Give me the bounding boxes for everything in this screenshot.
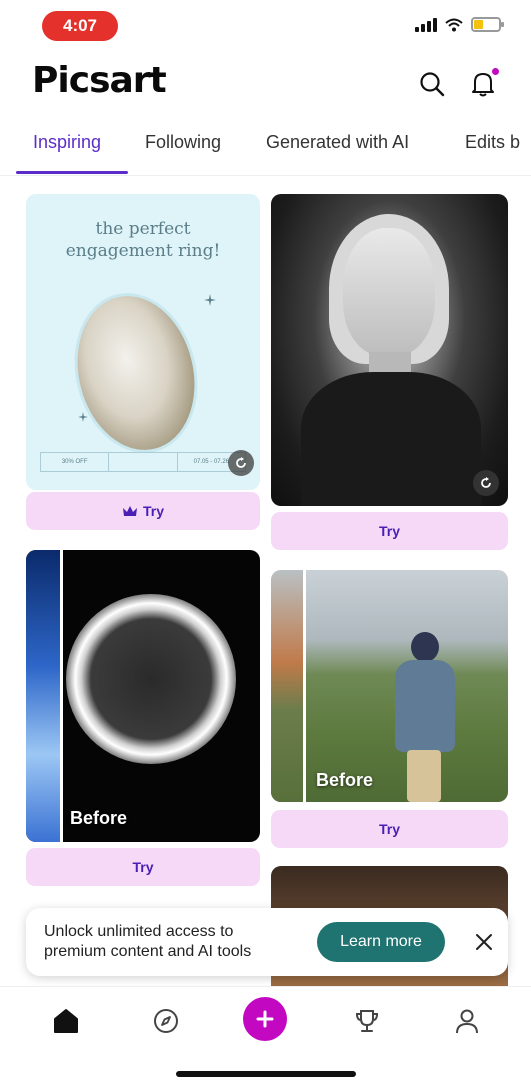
notification-dot — [490, 66, 501, 77]
portrait-body — [301, 372, 481, 506]
ring-info-strip: 30% OFF 07.05 - 07.26 — [40, 452, 246, 472]
promo-text: Unlock unlimited access to premium conte… — [44, 923, 252, 960]
try-button[interactable]: Try — [26, 848, 260, 886]
status-bar: 4:07 — [0, 0, 531, 52]
tab-generated-with-ai[interactable]: Generated with AI — [266, 132, 409, 153]
remix-badge — [228, 450, 254, 476]
search-icon — [420, 72, 445, 97]
sparkle-icon — [204, 294, 216, 306]
wifi-icon — [445, 18, 463, 31]
sparkle-icon — [78, 412, 88, 422]
ring-photo — [58, 279, 214, 467]
learn-more-button[interactable]: Learn more — [317, 922, 445, 962]
active-tab-indicator — [16, 171, 128, 174]
feed-card-moon[interactable]: Before — [26, 550, 260, 842]
profile-icon — [456, 1009, 478, 1034]
status-time: 4:07 — [42, 11, 118, 41]
home-indicator — [176, 1071, 356, 1077]
status-icons — [415, 17, 504, 32]
discover-icon — [154, 1009, 178, 1033]
add-icon — [256, 1010, 274, 1028]
feed-tabs: Inspiring Following Generated with AI Ed… — [0, 124, 531, 176]
signal-icon — [415, 17, 437, 32]
battery-icon — [471, 17, 504, 32]
close-icon — [476, 934, 492, 950]
app-header: Picsart — [0, 52, 531, 116]
remix-icon — [481, 477, 491, 488]
feed-card-ring[interactable]: the perfect engagement ring! 30% OFF 07.… — [26, 194, 260, 490]
trophy-icon — [355, 1010, 379, 1032]
feed-grid: the perfect engagement ring! 30% OFF 07.… — [0, 178, 531, 986]
crown-icon — [122, 506, 137, 516]
ring-card-title: the perfect engagement ring! — [65, 219, 221, 261]
compare-divider — [60, 550, 63, 842]
after-preview — [271, 570, 303, 802]
bottom-nav — [0, 986, 531, 1086]
feed-card-portrait[interactable] — [271, 194, 508, 506]
before-label: Before — [316, 770, 374, 790]
compare-divider — [303, 570, 306, 802]
moon-image — [66, 594, 236, 764]
tab-edits[interactable]: Edits b — [465, 132, 520, 153]
tab-inspiring[interactable]: Inspiring — [33, 132, 101, 153]
portrait-face — [343, 228, 435, 356]
premium-promo-banner: Unlock unlimited access to premium conte… — [26, 908, 508, 976]
tab-following[interactable]: Following — [145, 132, 221, 153]
home-icon — [54, 1009, 78, 1033]
remix-badge — [473, 470, 499, 496]
nav-discover[interactable] — [148, 1003, 184, 1039]
feed-card-girl[interactable]: Before — [271, 570, 508, 802]
close-button[interactable] — [472, 930, 496, 954]
try-button[interactable]: Try — [271, 512, 508, 550]
search-button[interactable] — [416, 68, 448, 100]
before-label: Before — [70, 808, 128, 828]
remix-icon — [236, 457, 246, 468]
nav-home[interactable] — [48, 1003, 84, 1039]
try-button[interactable]: Try — [271, 810, 508, 848]
after-preview — [26, 550, 60, 842]
person-figure — [391, 632, 461, 802]
nav-profile[interactable] — [449, 1003, 485, 1039]
try-button[interactable]: Try — [26, 492, 260, 530]
create-button[interactable] — [243, 997, 287, 1041]
notifications-button[interactable] — [467, 66, 501, 100]
nav-challenges[interactable] — [349, 1003, 385, 1039]
picsart-logo: Picsart — [32, 60, 167, 101]
